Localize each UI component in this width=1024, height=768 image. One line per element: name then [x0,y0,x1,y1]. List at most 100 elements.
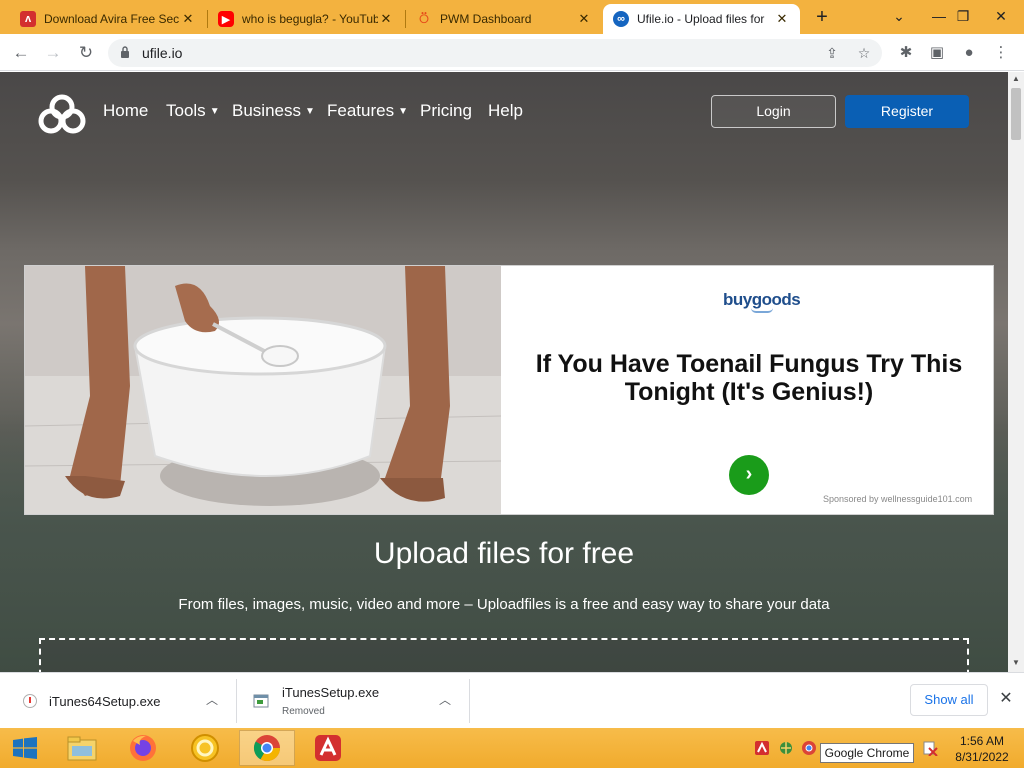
nav-features-label: Features [327,101,395,120]
close-tab-icon[interactable]: ✕ [378,11,394,27]
hero-title: Upload files for free [373,537,635,570]
ufile-logo-icon[interactable] [38,94,86,134]
chevron-down-icon: ▼ [398,106,408,117]
reload-button[interactable]: ↻ [73,40,99,66]
nav-home-label: Home [103,101,149,120]
ufile-icon: ∞ [613,11,629,27]
nav-tools-label: Tools [166,101,206,120]
nav-home[interactable]: Home [103,101,148,121]
menu-kebab-icon[interactable]: ⋮ [991,43,1011,63]
chevron-right-icon: › [745,463,753,485]
avira-icon [315,735,341,761]
nav-business-label: Business [232,101,301,120]
nav-features[interactable]: Features ▼ [327,101,408,121]
start-button[interactable] [0,730,50,766]
address-bar[interactable]: ufile.io ⇪ ☆ [108,39,882,67]
firefox-icon [130,735,156,761]
chevron-up-icon[interactable]: ︿ [439,691,451,708]
new-tab-button[interactable]: + [810,6,834,30]
yellow-circle-app-icon [191,734,219,762]
chevron-down-icon: ▼ [209,106,220,117]
taskbar-chrome[interactable] [239,730,295,766]
nav-help-label: Help [488,101,523,120]
share-icon[interactable]: ⇪ [822,43,842,63]
scrollbar-thumb[interactable] [1011,88,1021,140]
nav-pricing[interactable]: Pricing [420,101,472,121]
ufile-page: Home Tools ▼ Business ▼ Features ▼ Pricing … [0,72,1008,672]
clock-time: 1:56 AM [959,734,1005,748]
installer-file-icon [23,694,37,708]
nav-pricing-label: Pricing [420,101,472,120]
tab-title: Ufile.io - Upload files for [637,12,765,26]
ad-arrow-button[interactable]: › [729,455,769,495]
ad-brand-text: buygoods [723,290,801,309]
download-shelf: iTunes64Setup.exe ︿ iTunesSetup.exe Remo… [0,672,1024,728]
tab-pwm-dashboard[interactable]: ⍥ PWM Dashboard ✕ [406,4,602,34]
login-button[interactable]: Login [711,95,836,128]
divider [469,679,470,723]
close-tab-icon[interactable]: ✕ [576,11,592,27]
taskbar-avira[interactable] [302,730,354,766]
tab-title: Download Avira Free Sec [44,12,180,26]
restore-button[interactable]: ❐ [946,0,980,34]
network-tray-icon[interactable] [778,740,794,756]
taskbar-explorer[interactable] [56,730,108,766]
windows-logo-icon [13,737,37,759]
close-window-button[interactable]: ✕ [984,0,1018,34]
scroll-up-arrow-icon[interactable]: ▲ [1008,72,1024,86]
bookmark-star-icon[interactable]: ☆ [854,43,874,63]
nav-help[interactable]: Help [488,101,523,121]
download-filename: iTunes64Setup.exe [49,694,161,709]
tab-search-chevron-icon[interactable]: ⌄ [882,0,916,34]
close-shelf-icon[interactable]: ✕ [996,689,1016,709]
forward-button[interactable]: → [40,40,66,66]
back-button[interactable]: ← [8,40,34,66]
advertisement-banner[interactable]: buygoods If You Have Toenail Fungus Try … [24,265,994,515]
page-scrollbar[interactable]: ▲ ▼ [1008,72,1024,672]
download-item[interactable]: iTunes64Setup.exe ︿ [0,673,236,729]
close-tab-icon[interactable]: ✕ [774,11,790,27]
download-status: Removed [282,706,325,717]
profile-avatar-icon[interactable]: ● [959,43,979,63]
system-clock[interactable]: 1:56 AM 8/31/2022 [950,733,1014,765]
register-button[interactable]: Register [845,95,969,128]
installer-file-icon [253,694,269,708]
flag-tray-icon[interactable] [922,740,938,756]
close-tab-icon[interactable]: ✕ [180,11,196,27]
tab-ufile[interactable]: ∞ Ufile.io - Upload files for ✕ [603,4,800,34]
lock-icon [121,46,129,58]
ad-brand-logo[interactable]: buygoods [723,290,801,313]
browser-toolbar: ← → ↻ ufile.io ⇪ ☆ ✱ ▣ ● ⋮ [0,34,1024,71]
folder-icon [67,736,97,761]
avira-icon: ʌ [20,11,36,27]
ad-image[interactable] [25,266,501,515]
youtube-icon: ▶ [218,11,234,27]
hero-subtitle: From files, images, music, video and mor… [178,596,830,613]
nav-business[interactable]: Business ▼ [232,101,315,121]
chrome-tray-icon[interactable] [801,740,817,756]
tab-avira[interactable]: ʌ Download Avira Free Sec ✕ [10,4,206,34]
url-text: ufile.io [142,45,183,61]
show-all-button[interactable]: Show all [910,684,988,716]
ad-headline[interactable]: If You Have Toenail Fungus Try This Toni… [525,350,973,406]
tab-strip: ʌ Download Avira Free Sec ✕ ▶ who is beg… [0,0,1024,34]
side-panel-icon[interactable]: ▣ [927,43,947,63]
nav-tools[interactable]: Tools ▼ [166,101,220,121]
scroll-down-arrow-icon[interactable]: ▼ [1008,656,1024,670]
tab-youtube[interactable]: ▶ who is begugla? - YouTub ✕ [208,4,404,34]
chevron-up-icon[interactable]: ︿ [206,691,218,708]
download-item[interactable]: iTunesSetup.exe Removed ︿ [237,673,469,729]
taskbar-firefox[interactable] [117,730,169,766]
upload-dropzone[interactable] [39,638,969,672]
chrome-icon [253,735,281,762]
pwm-icon: ⍥ [419,10,429,28]
taskbar-tooltip: Google Chrome [820,743,914,763]
download-filename: iTunesSetup.exe [282,685,380,700]
extensions-puzzle-icon[interactable]: ✱ [896,43,916,63]
tab-title: PWM Dashboard [440,12,532,26]
ad-sponsor-text[interactable]: Sponsored by wellnessguide101.com [823,494,972,504]
chevron-down-icon: ▼ [304,106,315,117]
avira-tray-icon[interactable] [754,740,770,756]
taskbar-app-circle[interactable] [179,730,231,766]
tab-title: who is begugla? - YouTub [242,12,378,26]
